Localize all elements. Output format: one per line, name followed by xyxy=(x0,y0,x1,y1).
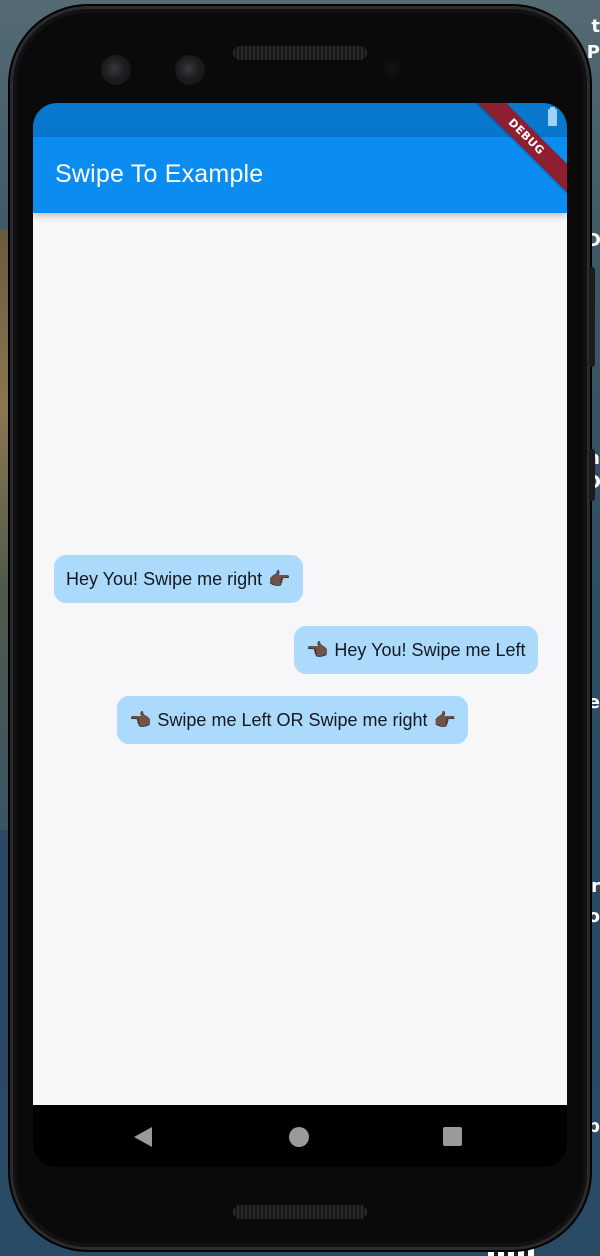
home-icon[interactable] xyxy=(289,1127,309,1147)
recents-icon[interactable] xyxy=(443,1127,462,1146)
message-text: Swipe me Left OR Swipe me right xyxy=(157,710,428,730)
front-camera-icon xyxy=(175,55,205,85)
app-bar: Swipe To Example xyxy=(33,137,567,213)
system-navigation-bar xyxy=(33,1105,567,1167)
swipe-both-bubble[interactable]: 👈🏿 Swipe me Left OR Swipe me right 👉🏿 xyxy=(117,696,468,744)
chat-area: Hey You! Swipe me right 👉🏿 👈🏿 Hey You! S… xyxy=(33,213,567,1105)
power-button xyxy=(589,267,595,367)
pointing-right-hand-icon: 👉🏿 xyxy=(268,569,291,589)
phone-frame: Swipe To Example DEBUG Hey You! Swipe me… xyxy=(10,6,595,1250)
earpiece-speaker xyxy=(233,46,367,60)
message-text: Hey You! Swipe me Left xyxy=(334,640,526,660)
volume-button xyxy=(589,449,595,501)
proximity-sensor-icon xyxy=(383,60,403,80)
swipe-right-bubble[interactable]: Hey You! Swipe me right 👉🏿 xyxy=(54,555,303,603)
pointing-left-hand-icon: 👈🏿 xyxy=(306,640,329,660)
desktop-text-fragment: t xyxy=(591,16,600,37)
front-sensor-icon xyxy=(101,55,131,85)
desktop-text-fragment: P xyxy=(586,42,600,63)
app-title: Swipe To Example xyxy=(55,160,264,188)
swipe-left-bubble[interactable]: 👈🏿 Hey You! Swipe me Left xyxy=(294,626,538,674)
pointing-left-hand-icon: 👈🏿 xyxy=(129,710,152,730)
message-text: Hey You! Swipe me right xyxy=(66,569,263,589)
bottom-speaker xyxy=(233,1205,367,1219)
pointing-right-hand-icon: 👉🏿 xyxy=(433,710,456,730)
battery-icon xyxy=(548,107,557,126)
back-icon[interactable] xyxy=(134,1127,152,1147)
device-screen: Swipe To Example DEBUG Hey You! Swipe me… xyxy=(33,103,567,1167)
